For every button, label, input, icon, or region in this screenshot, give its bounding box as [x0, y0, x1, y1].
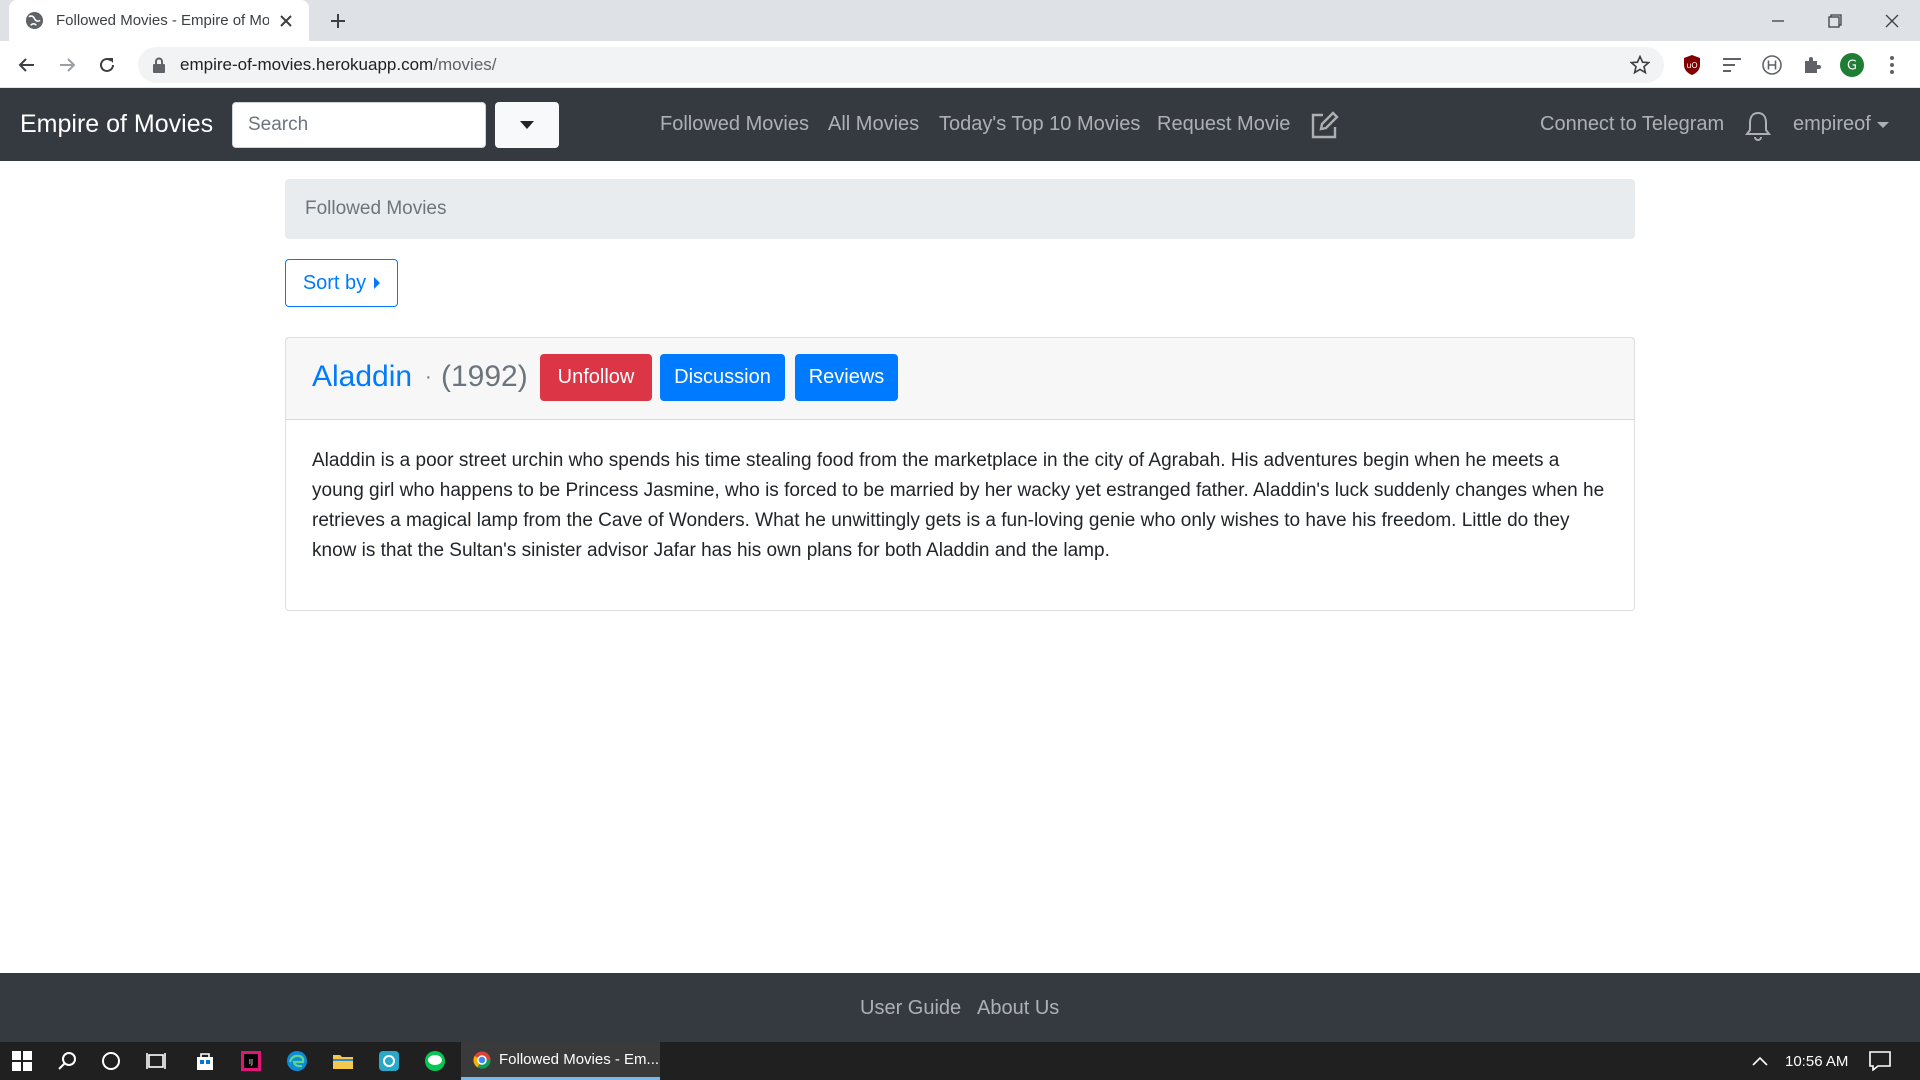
task-view-icon[interactable] [144, 1049, 168, 1073]
movie-year: (1992) [441, 360, 528, 393]
tab-title: Followed Movies - Empire of Mo [56, 12, 269, 29]
chrome-icon [473, 1051, 491, 1069]
title-separator: · [425, 366, 432, 388]
nav-followed-movies[interactable]: Followed Movies [660, 113, 809, 136]
footer-about-us[interactable]: About Us [977, 997, 1059, 1020]
new-tab-icon[interactable] [326, 9, 350, 33]
intellij-icon[interactable]: IJ [239, 1049, 263, 1073]
movie-title-link[interactable]: Aladdin [312, 360, 412, 394]
url-host: empire-of-movies.herokuapp.com [180, 55, 434, 74]
windows-taskbar: IJ Followed Movies - Em... 10:56 AM [0, 1042, 1920, 1080]
unfollow-button[interactable]: Unfollow [540, 354, 652, 401]
sort-by-label: Sort by [302, 271, 367, 294]
taskbar-chrome-app[interactable]: Followed Movies - Em... [461, 1042, 660, 1080]
line-icon[interactable] [423, 1049, 447, 1073]
window-close-icon[interactable] [1863, 0, 1920, 41]
site-footer: User Guide About Us [0, 973, 1920, 1042]
cortana-icon[interactable] [99, 1049, 123, 1073]
nav-request-movie[interactable]: Request Movie [1157, 113, 1290, 136]
caret-down-icon [1876, 121, 1889, 128]
movie-description: Aladdin is a poor street urchin who spen… [312, 450, 1605, 561]
reading-list-icon[interactable] [1720, 53, 1744, 77]
nav-top-10-movies[interactable]: Today's Top 10 Movies [939, 113, 1140, 136]
search-icon[interactable] [55, 1049, 79, 1073]
profile-avatar-icon[interactable]: G [1840, 53, 1864, 77]
lock-icon [153, 57, 165, 73]
forward-icon[interactable] [51, 49, 83, 81]
restore-icon[interactable] [1806, 0, 1863, 41]
search-input[interactable] [232, 102, 486, 148]
back-icon[interactable] [11, 49, 43, 81]
breadcrumb: Followed Movies [285, 179, 1635, 239]
edit-icon[interactable] [1309, 111, 1339, 141]
chrome-menu-icon[interactable] [1880, 53, 1904, 77]
search-dropdown-button[interactable] [495, 102, 559, 148]
bell-icon[interactable] [1744, 110, 1772, 142]
minimize-icon[interactable] [1749, 0, 1806, 41]
caret-right-icon [374, 277, 381, 289]
url-path: /movies/ [433, 55, 497, 74]
notification-center-icon[interactable] [1868, 1049, 1892, 1073]
svg-text:uO: uO [1686, 61, 1697, 70]
nav-connect-telegram[interactable]: Connect to Telegram [1540, 113, 1724, 136]
svg-text:G: G [1847, 59, 1857, 74]
browser-toolbar: empire-of-movies.herokuapp.com/movies/ u… [0, 41, 1920, 88]
store-icon[interactable] [193, 1049, 217, 1073]
ublock-icon[interactable]: uO [1680, 53, 1704, 77]
reviews-button[interactable]: Reviews [795, 354, 898, 401]
sort-by-button[interactable]: Sort by [285, 259, 398, 307]
chevron-down-icon [520, 121, 534, 129]
close-icon[interactable] [277, 12, 295, 30]
movie-card: Aladdin · (1992) Unfollow Discussion Rev… [285, 337, 1635, 611]
browser-tab[interactable]: Followed Movies - Empire of Mo [9, 0, 309, 41]
windows-start-icon[interactable] [10, 1049, 34, 1073]
nav-all-movies[interactable]: All Movies [828, 113, 919, 136]
extensions-puzzle-icon[interactable] [1800, 53, 1824, 77]
discussion-button[interactable]: Discussion [660, 354, 785, 401]
footer-user-guide[interactable]: User Guide [860, 997, 961, 1020]
reload-icon[interactable] [91, 49, 123, 81]
username: empireof [1793, 113, 1871, 135]
user-menu[interactable]: empireof [1793, 113, 1889, 136]
site-navbar: Empire of Movies Followed Movies All Mov… [0, 88, 1920, 161]
svg-text:IJ: IJ [249, 1058, 253, 1066]
edge-icon[interactable] [285, 1049, 309, 1073]
brand-logo[interactable]: Empire of Movies [20, 110, 213, 139]
taskbar-clock[interactable]: 10:56 AM [1785, 1053, 1848, 1070]
movie-card-header: Aladdin · (1992) Unfollow Discussion Rev… [286, 338, 1634, 420]
file-explorer-icon[interactable] [331, 1049, 355, 1073]
chevron-up-icon[interactable] [1748, 1049, 1772, 1073]
globe-icon [25, 11, 44, 30]
chat-app-icon[interactable] [377, 1049, 401, 1073]
browser-tabstrip: Followed Movies - Empire of Mo [0, 0, 1920, 41]
bookmark-star-icon[interactable] [1630, 55, 1650, 75]
taskbar-app-label: Followed Movies - Em... [499, 1051, 660, 1068]
address-bar[interactable]: empire-of-movies.herokuapp.com/movies/ [138, 47, 1664, 83]
h-extension-icon[interactable] [1760, 53, 1784, 77]
